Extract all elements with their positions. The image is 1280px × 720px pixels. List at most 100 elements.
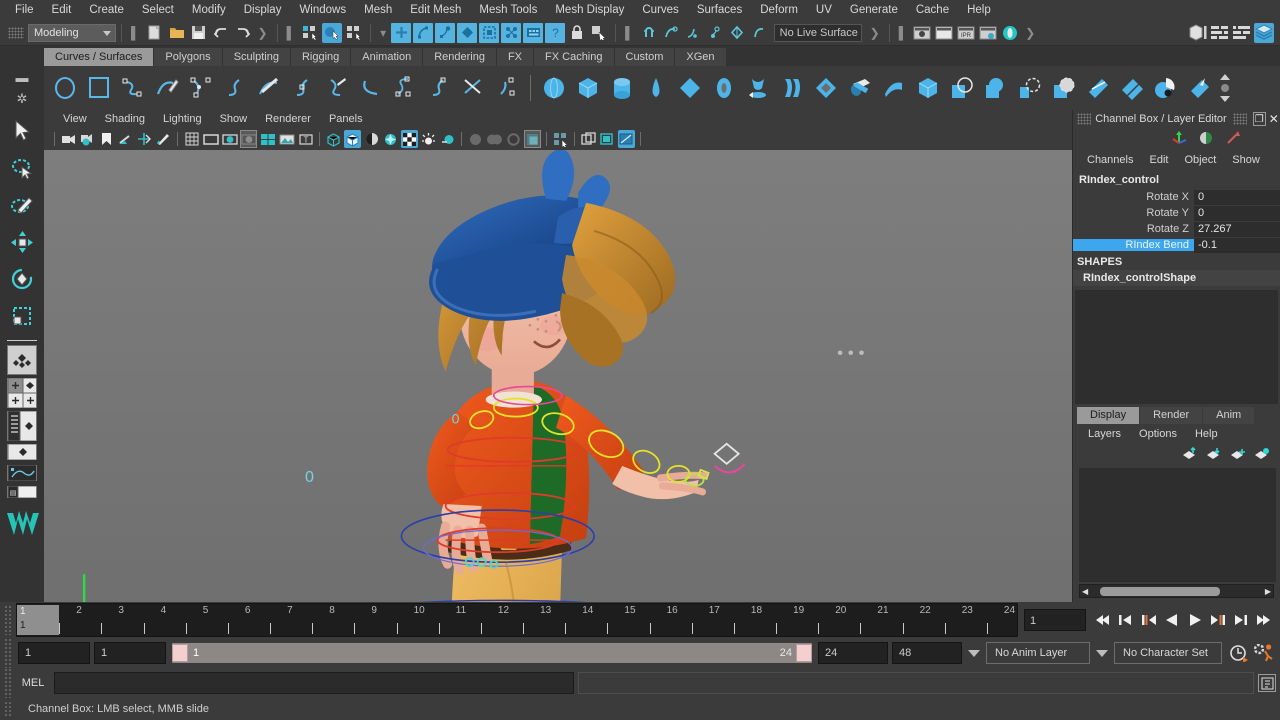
scroll-right-icon[interactable]: ▶	[1263, 587, 1273, 596]
three-point-arc-icon[interactable]	[185, 72, 217, 104]
scroll-left-icon[interactable]: ◀	[1080, 587, 1090, 596]
command-language-label[interactable]: MEL	[12, 677, 54, 689]
channel-value[interactable]: 0	[1194, 205, 1280, 221]
select-by-type-icon[interactable]	[589, 23, 609, 43]
viewport-menu-shading[interactable]: Shading	[96, 110, 154, 128]
play-backwards-icon[interactable]	[1161, 609, 1182, 631]
select-object-icon[interactable]	[322, 22, 343, 43]
channelbox-menu-chann els[interactable]: Channels	[1079, 154, 1141, 166]
insert-knot-icon[interactable]	[423, 72, 455, 104]
new-scene-icon[interactable]	[145, 23, 165, 43]
channelbox-menu-object[interactable]: Object	[1176, 154, 1224, 166]
nurbs-square-icon[interactable]	[83, 72, 115, 104]
panel-zoom-icon[interactable]	[618, 130, 635, 148]
shelf-settings-icon[interactable]: ✲	[11, 88, 33, 110]
depth-peeling-icon[interactable]	[486, 130, 503, 148]
curve-editing-tool-icon[interactable]	[253, 72, 285, 104]
playback-start-time-field[interactable]: 1	[94, 642, 166, 664]
grid-icon[interactable]	[183, 130, 200, 148]
display-layer-icon[interactable]	[580, 130, 597, 148]
render-sequence-icon[interactable]	[523, 22, 544, 43]
menu-mesh-tools[interactable]: Mesh Tools	[470, 0, 546, 20]
viewport-menu-panels[interactable]: Panels	[320, 110, 372, 128]
lasso-select-tool-icon[interactable]	[4, 149, 40, 186]
menu-file[interactable]: File	[6, 0, 43, 20]
ipr-render-icon[interactable]	[934, 23, 954, 43]
live-surface-field[interactable]: No Live Surface	[773, 23, 862, 42]
viewport-menu-renderer[interactable]: Renderer	[256, 110, 320, 128]
layer-list[interactable]	[1079, 468, 1276, 582]
anim-layer-dropdown-icon[interactable]	[968, 649, 980, 657]
offset-curve-icon[interactable]	[491, 72, 523, 104]
sidebar-toggle-icon[interactable]	[1188, 23, 1208, 43]
step-forward-frame-icon[interactable]	[1207, 609, 1228, 631]
channel-value[interactable]: 27.267	[1194, 221, 1280, 237]
shadows-icon[interactable]	[401, 130, 418, 148]
scrollbar-thumb[interactable]	[1100, 586, 1221, 596]
film-origin-icon[interactable]	[259, 130, 276, 148]
bookmark-icon[interactable]	[98, 130, 115, 148]
channelbox-menu-edit[interactable]: Edit	[1141, 154, 1176, 166]
shelf-tab-sculpting[interactable]: Sculpting	[222, 48, 290, 66]
new-layer-icon[interactable]	[1230, 447, 1246, 463]
attach-surfaces-icon[interactable]	[1082, 72, 1114, 104]
render-current-frame-icon[interactable]	[912, 23, 932, 43]
make-live-icon[interactable]	[749, 23, 769, 43]
attribute-editor-icon[interactable]	[1210, 23, 1230, 43]
revolve-icon[interactable]	[742, 72, 774, 104]
lock-icon[interactable]	[567, 23, 587, 43]
channelbox-menu-show[interactable]: Show	[1224, 154, 1268, 166]
two-d-pan-zoom-icon[interactable]	[136, 130, 153, 148]
channelbox-shape-name[interactable]: RIndex_controlShape	[1073, 270, 1280, 286]
nurbs-cone-icon[interactable]	[640, 72, 672, 104]
scale-manip-icon[interactable]	[1225, 130, 1242, 148]
render-settings-icon[interactable]	[978, 23, 998, 43]
select-tool-icon[interactable]	[4, 112, 40, 149]
menu-mesh[interactable]: Mesh	[355, 0, 401, 20]
shelf-scroll-arrows[interactable]	[1218, 72, 1232, 104]
menu-edit-mesh[interactable]: Edit Mesh	[401, 0, 470, 20]
layout-preset-icon[interactable]: ▤	[7, 486, 37, 498]
construction-history-icon[interactable]	[501, 22, 522, 43]
go-to-end-icon[interactable]	[1253, 609, 1274, 631]
align-surfaces-icon[interactable]	[1150, 72, 1182, 104]
step-back-keyframe-icon[interactable]	[1115, 609, 1136, 631]
channel-value[interactable]: 0	[1194, 189, 1280, 205]
select-camera-icon[interactable]	[60, 130, 77, 148]
add-points-tool-icon[interactable]	[219, 72, 251, 104]
step-back-frame-icon[interactable]	[1138, 609, 1159, 631]
layer-menu-options[interactable]: Options	[1130, 428, 1186, 440]
move-layer-down-icon[interactable]	[1206, 447, 1222, 463]
tab-anim[interactable]: Anim	[1203, 407, 1255, 424]
dropdown-dot-icon[interactable]: ▾	[376, 26, 390, 40]
collapse-arrow-icon-2[interactable]: ▌	[283, 26, 300, 40]
nurbs-sphere-icon[interactable]	[538, 72, 570, 104]
snap-projected-center-icon[interactable]	[479, 22, 500, 43]
step-forward-keyframe-icon[interactable]	[1230, 609, 1251, 631]
shelf-tab-fx[interactable]: FX	[496, 48, 534, 66]
time-slider-current-frame-marker[interactable]: 11	[17, 605, 60, 635]
shelf-tab-curves-surfaces[interactable]: Curves / Surfaces	[44, 48, 154, 66]
use-all-lights-icon[interactable]	[382, 130, 399, 148]
trim-tool-icon[interactable]	[1014, 72, 1046, 104]
menu-uv[interactable]: UV	[807, 0, 841, 20]
auto-key-icon[interactable]	[1228, 642, 1249, 664]
help-line-grip[interactable]	[4, 701, 12, 717]
range-slider-grip[interactable]	[4, 638, 12, 668]
range-slider-bar[interactable]: 1 24	[172, 643, 812, 663]
layer-list-scrollbar[interactable]: ◀ ▶	[1079, 584, 1274, 598]
menu-mesh-display[interactable]: Mesh Display	[546, 0, 633, 20]
detach-curves-icon[interactable]	[321, 72, 353, 104]
character-set-dropdown-icon[interactable]	[1096, 649, 1108, 657]
shelf-tab-animation[interactable]: Animation	[351, 48, 423, 66]
ep-curve-tool-icon[interactable]	[117, 72, 149, 104]
scale-tool-icon[interactable]	[4, 297, 40, 334]
channel-row-rotate-x[interactable]: Rotate X 0	[1073, 189, 1280, 205]
tab-render[interactable]: Render	[1140, 407, 1203, 424]
menu-cache[interactable]: Cache	[907, 0, 958, 20]
nurbs-cylinder-icon[interactable]	[606, 72, 638, 104]
ipr-icon[interactable]: IPR	[956, 23, 976, 43]
expand-arrow-icon-2[interactable]: ❯	[866, 26, 884, 40]
nurbs-circle-icon[interactable]	[49, 72, 81, 104]
collapse-arrow-icon-4[interactable]: ▌	[895, 26, 912, 40]
